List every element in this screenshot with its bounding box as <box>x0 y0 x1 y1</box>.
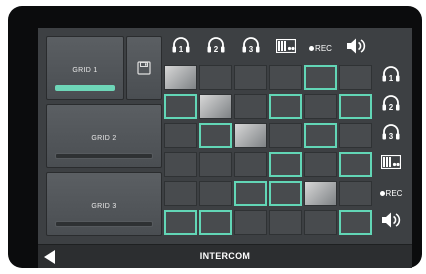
matrix-cell-r3-c1[interactable] <box>164 123 197 148</box>
grid-2-indicator <box>55 153 153 159</box>
channel-row-label-5: REC <box>375 181 407 206</box>
record-dot <box>309 45 315 51</box>
channel-row-label-3: 3 <box>375 123 407 148</box>
matrix-cell-r5-c3[interactable] <box>234 181 267 206</box>
grid-3-indicator <box>55 221 153 227</box>
headset-2-icon: 2 <box>206 36 226 61</box>
headset-1-icon: 1 <box>171 36 191 61</box>
matrix-cell-r2-c6[interactable] <box>339 94 372 119</box>
matrix-cell-r2-c1[interactable] <box>164 94 197 119</box>
matrix-cell-r4-c2[interactable] <box>199 152 232 177</box>
channel-number: 1 <box>178 45 183 54</box>
headset-2-icon: 2 <box>381 94 401 119</box>
save-button[interactable] <box>126 36 162 100</box>
device-panel-icon <box>275 38 296 58</box>
grid-2-button[interactable]: GRID 2 <box>46 104 162 168</box>
record-label: REC <box>315 43 332 53</box>
matrix-cell-r5-c5 <box>304 181 337 206</box>
floppy-disk-icon <box>137 61 151 75</box>
matrix-cell-r5-c1[interactable] <box>164 181 197 206</box>
matrix-cell-r6-c6[interactable] <box>339 210 372 235</box>
matrix-cell-r4-c1[interactable] <box>164 152 197 177</box>
matrix-cell-r1-c1 <box>164 65 197 90</box>
matrix-cell-r3-c5[interactable] <box>304 123 337 148</box>
matrix-cell-r6-c3[interactable] <box>234 210 267 235</box>
channel-row-label-1: 1 <box>375 65 407 90</box>
channel-header-1: 1 <box>164 35 197 61</box>
record-icon: REC <box>379 189 403 198</box>
channel-row-label-4 <box>375 152 407 177</box>
channel-row-label-2: 2 <box>375 94 407 119</box>
matrix-cell-r3-c6[interactable] <box>339 123 372 148</box>
matrix-cell-r6-c1[interactable] <box>164 210 197 235</box>
matrix-cell-r1-c2[interactable] <box>199 65 232 90</box>
grid-3-button[interactable]: GRID 3 <box>46 172 162 236</box>
matrix-cell-r4-c4[interactable] <box>269 152 302 177</box>
speaker-icon <box>346 37 366 60</box>
matrix-cell-r5-c6[interactable] <box>339 181 372 206</box>
matrix-cell-r1-c6[interactable] <box>339 65 372 90</box>
matrix-cell-r3-c4[interactable] <box>269 123 302 148</box>
record-icon: REC <box>309 44 332 53</box>
matrix-cell-r2-c5[interactable] <box>304 94 337 119</box>
record-label: REC <box>385 189 403 198</box>
matrix-cell-r2-c4[interactable] <box>269 94 302 119</box>
channel-number: 1 <box>389 74 394 83</box>
bottom-bar: INTERCOM <box>38 244 412 268</box>
channel-number: 3 <box>389 132 394 141</box>
grid-2-label: GRID 2 <box>91 135 117 142</box>
matrix-cell-r6-c4[interactable] <box>269 210 302 235</box>
grid-1-label: GRID 1 <box>72 67 98 74</box>
channel-number: 2 <box>213 45 218 54</box>
matrix-cell-r5-c2[interactable] <box>199 181 232 206</box>
page-title: INTERCOM <box>199 251 251 261</box>
grid-3-label: GRID 3 <box>91 203 117 210</box>
speaker-icon <box>381 211 401 234</box>
record-dot <box>379 191 385 196</box>
matrix-cell-r3-c3 <box>234 123 267 148</box>
headset-1-icon: 1 <box>381 65 401 90</box>
grid-1-active-indicator <box>55 85 115 91</box>
headset-3-icon: 3 <box>381 123 401 148</box>
matrix-cell-r4-c5[interactable] <box>304 152 337 177</box>
channel-header-3: 3 <box>234 35 267 61</box>
channel-row-label-6 <box>375 210 407 235</box>
matrix-cell-r1-c5[interactable] <box>304 65 337 90</box>
matrix-cell-r1-c3[interactable] <box>234 65 267 90</box>
grid-1-button[interactable]: GRID 1 <box>46 36 124 100</box>
matrix-cell-r3-c2[interactable] <box>199 123 232 148</box>
matrix-cell-r6-c5[interactable] <box>304 210 337 235</box>
matrix-cell-r4-c6[interactable] <box>339 152 372 177</box>
matrix-cell-r1-c4[interactable] <box>269 65 302 90</box>
matrix-cell-r6-c2[interactable] <box>199 210 232 235</box>
channel-number: 3 <box>248 45 253 54</box>
device-panel-icon <box>380 154 402 174</box>
channel-header-5: REC <box>304 35 337 61</box>
screen: GRID 1 GRID 2 GRID 3 1 2 3 REC 1 2 3 REC INTER… <box>38 28 412 268</box>
matrix-cell-r5-c4[interactable] <box>269 181 302 206</box>
channel-header-4 <box>269 35 302 61</box>
matrix-cell-r2-c2 <box>199 94 232 119</box>
matrix-cell-r4-c3[interactable] <box>234 152 267 177</box>
matrix-cell-r2-c3[interactable] <box>234 94 267 119</box>
headset-3-icon: 3 <box>241 36 261 61</box>
channel-header-6 <box>339 35 372 61</box>
channel-number: 2 <box>389 103 394 112</box>
channel-header-2: 2 <box>199 35 232 61</box>
device-bezel: GRID 1 GRID 2 GRID 3 1 2 3 REC 1 2 3 REC INTER… <box>8 6 422 268</box>
